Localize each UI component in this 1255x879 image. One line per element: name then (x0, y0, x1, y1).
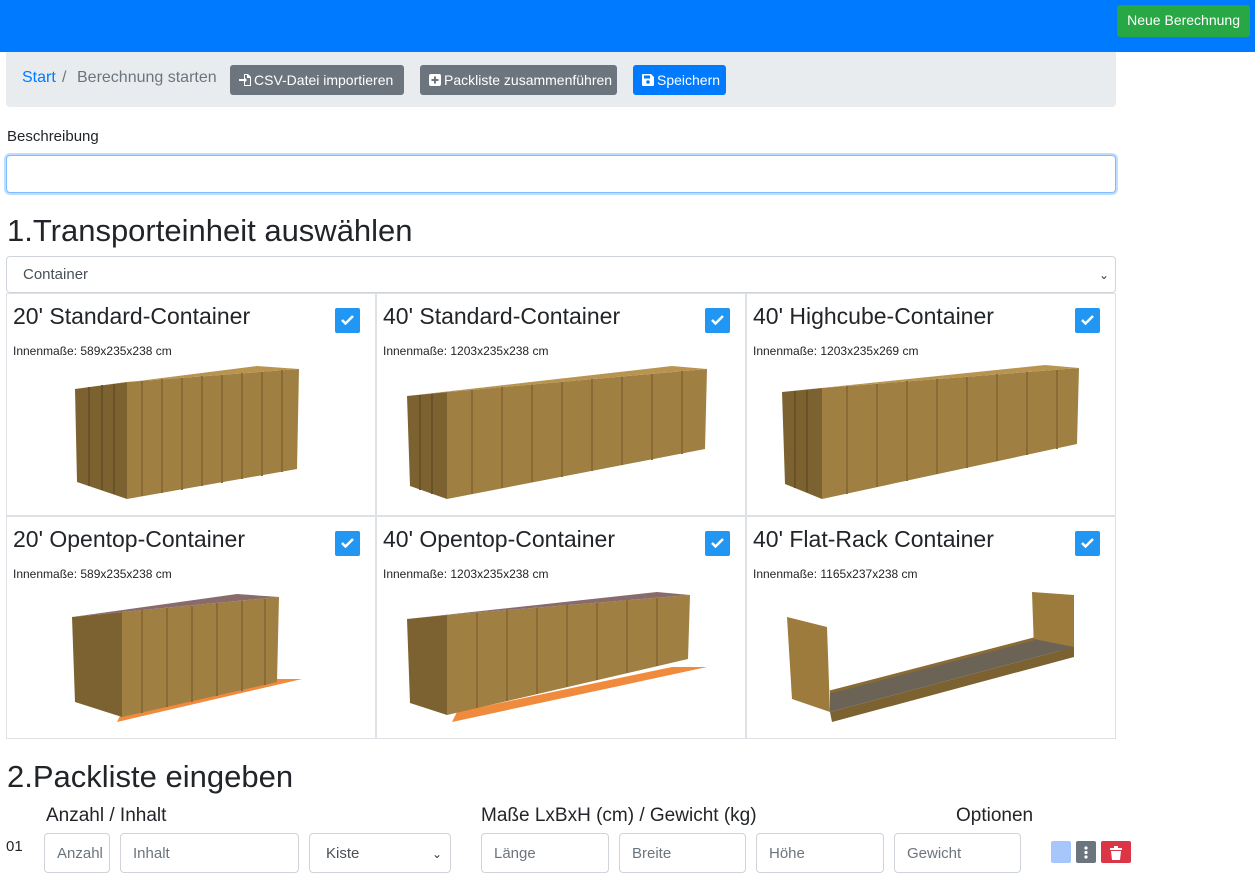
check-icon (711, 315, 724, 325)
delete-row-button[interactable] (1101, 841, 1131, 863)
check-icon (341, 538, 354, 548)
container-checkbox[interactable] (1075, 531, 1100, 556)
container-card-title: 20' Standard-Container (13, 303, 251, 329)
merge-packlist-button[interactable]: Packliste zusammenführen (420, 65, 617, 95)
plus-square-icon (429, 74, 441, 86)
check-icon (1081, 538, 1094, 548)
container-card-dims: Innenmaße: 589x235x238 cm (13, 567, 172, 581)
check-icon (1081, 315, 1094, 325)
container-card-dims: Innenmaße: 1165x237x238 cm (753, 567, 918, 581)
vertical-dots-icon (1084, 846, 1088, 859)
chevron-down-icon: ⌄ (431, 847, 442, 861)
highcube-container-40-icon (782, 365, 1079, 499)
new-calculation-button[interactable]: Neue Berechnung (1117, 5, 1250, 37)
quantity-input[interactable]: Anzahl (44, 833, 110, 873)
container-card-title: 20' Opentop-Container (13, 526, 245, 552)
container-card[interactable]: 40' Opentop-Container Innenmaße: 1203x23… (376, 516, 746, 739)
transport-type-value: Container (23, 266, 89, 283)
container-checkbox[interactable] (335, 531, 360, 556)
package-type-select[interactable]: Kiste ⌄ (309, 833, 451, 873)
container-card-dims: Innenmaße: 1203x235x238 cm (383, 344, 549, 358)
row-number: 01 (6, 838, 23, 855)
container-card[interactable]: 20' Standard-Container Innenmaße: 589x23… (6, 293, 376, 516)
more-options-button[interactable] (1076, 841, 1096, 863)
save-button[interactable]: Speichern (633, 65, 726, 95)
section-packlist-title: 2.Packliste eingeben (7, 759, 294, 794)
breadcrumb-start-link[interactable]: Start (22, 69, 56, 87)
container-card-dims: Innenmaße: 589x235x238 cm (13, 344, 172, 358)
standard-container-20-icon (75, 366, 299, 499)
file-import-icon (239, 74, 251, 86)
options-header: Optionen (956, 805, 1034, 826)
container-card-title: 40' Flat-Rack Container (753, 526, 994, 552)
container-card-title: 40' Highcube-Container (753, 303, 994, 329)
length-input[interactable]: Länge (481, 833, 609, 873)
container-card-dims: Innenmaße: 1203x235x238 cm (383, 567, 549, 581)
container-checkbox[interactable] (705, 308, 730, 333)
top-navbar: Neue Berechnung (0, 0, 1255, 52)
flat-rack-container-40-icon (787, 592, 1074, 722)
dimensions-weight-header: Maße LxBxH (cm) / Gewicht (kg) (481, 805, 757, 826)
csv-import-label: CSV-Datei importieren (254, 72, 394, 88)
csv-import-button[interactable]: CSV-Datei importieren (230, 65, 404, 95)
package-type-value: Kiste (326, 845, 360, 862)
container-checkbox[interactable] (335, 308, 360, 333)
content-input[interactable]: Inhalt (120, 833, 299, 873)
floppy-disk-icon (642, 74, 654, 86)
opentop-container-20-icon (72, 594, 302, 722)
standard-container-40-icon (407, 366, 707, 499)
transport-type-select[interactable]: Container ⌄ (6, 256, 1116, 293)
container-card[interactable]: 40' Flat-Rack Container Innenmaße: 1165x… (746, 516, 1116, 739)
save-label: Speichern (657, 72, 721, 88)
color-picker-button[interactable] (1051, 841, 1071, 863)
description-label: Beschreibung (7, 128, 99, 145)
container-checkbox[interactable] (705, 531, 730, 556)
container-card-title: 40' Standard-Container (383, 303, 621, 329)
container-card[interactable]: 20' Opentop-Container Innenmaße: 589x235… (6, 516, 376, 739)
description-input[interactable] (6, 155, 1116, 193)
trash-icon (1110, 846, 1122, 860)
container-card-dims: Innenmaße: 1203x235x269 cm (753, 344, 919, 358)
container-card[interactable]: 40' Highcube-Container Innenmaße: 1203x2… (746, 293, 1116, 516)
breadcrumb: Start / Berechnung starten CSV-Datei imp… (6, 52, 1116, 107)
container-card[interactable]: 40' Standard-Container Innenmaße: 1203x2… (376, 293, 746, 516)
container-checkbox[interactable] (1075, 308, 1100, 333)
breadcrumb-separator: / (62, 69, 67, 86)
breadcrumb-current: Berechnung starten (77, 69, 217, 86)
opentop-container-40-icon (407, 592, 707, 722)
merge-packlist-label: Packliste zusammenführen (444, 72, 613, 88)
quantity-content-header: Anzahl / Inhalt (46, 805, 167, 826)
check-icon (711, 538, 724, 548)
chevron-down-icon: ⌄ (1098, 268, 1109, 282)
container-grid: 20' Standard-Container Innenmaße: 589x23… (6, 293, 1116, 739)
weight-input[interactable]: Gewicht (894, 833, 1021, 873)
check-icon (341, 315, 354, 325)
height-input[interactable]: Höhe (756, 833, 884, 873)
width-input[interactable]: Breite (619, 833, 746, 873)
section-transport-title: 1.Transporteinheit auswählen (7, 213, 413, 248)
container-card-title: 40' Opentop-Container (383, 526, 615, 552)
